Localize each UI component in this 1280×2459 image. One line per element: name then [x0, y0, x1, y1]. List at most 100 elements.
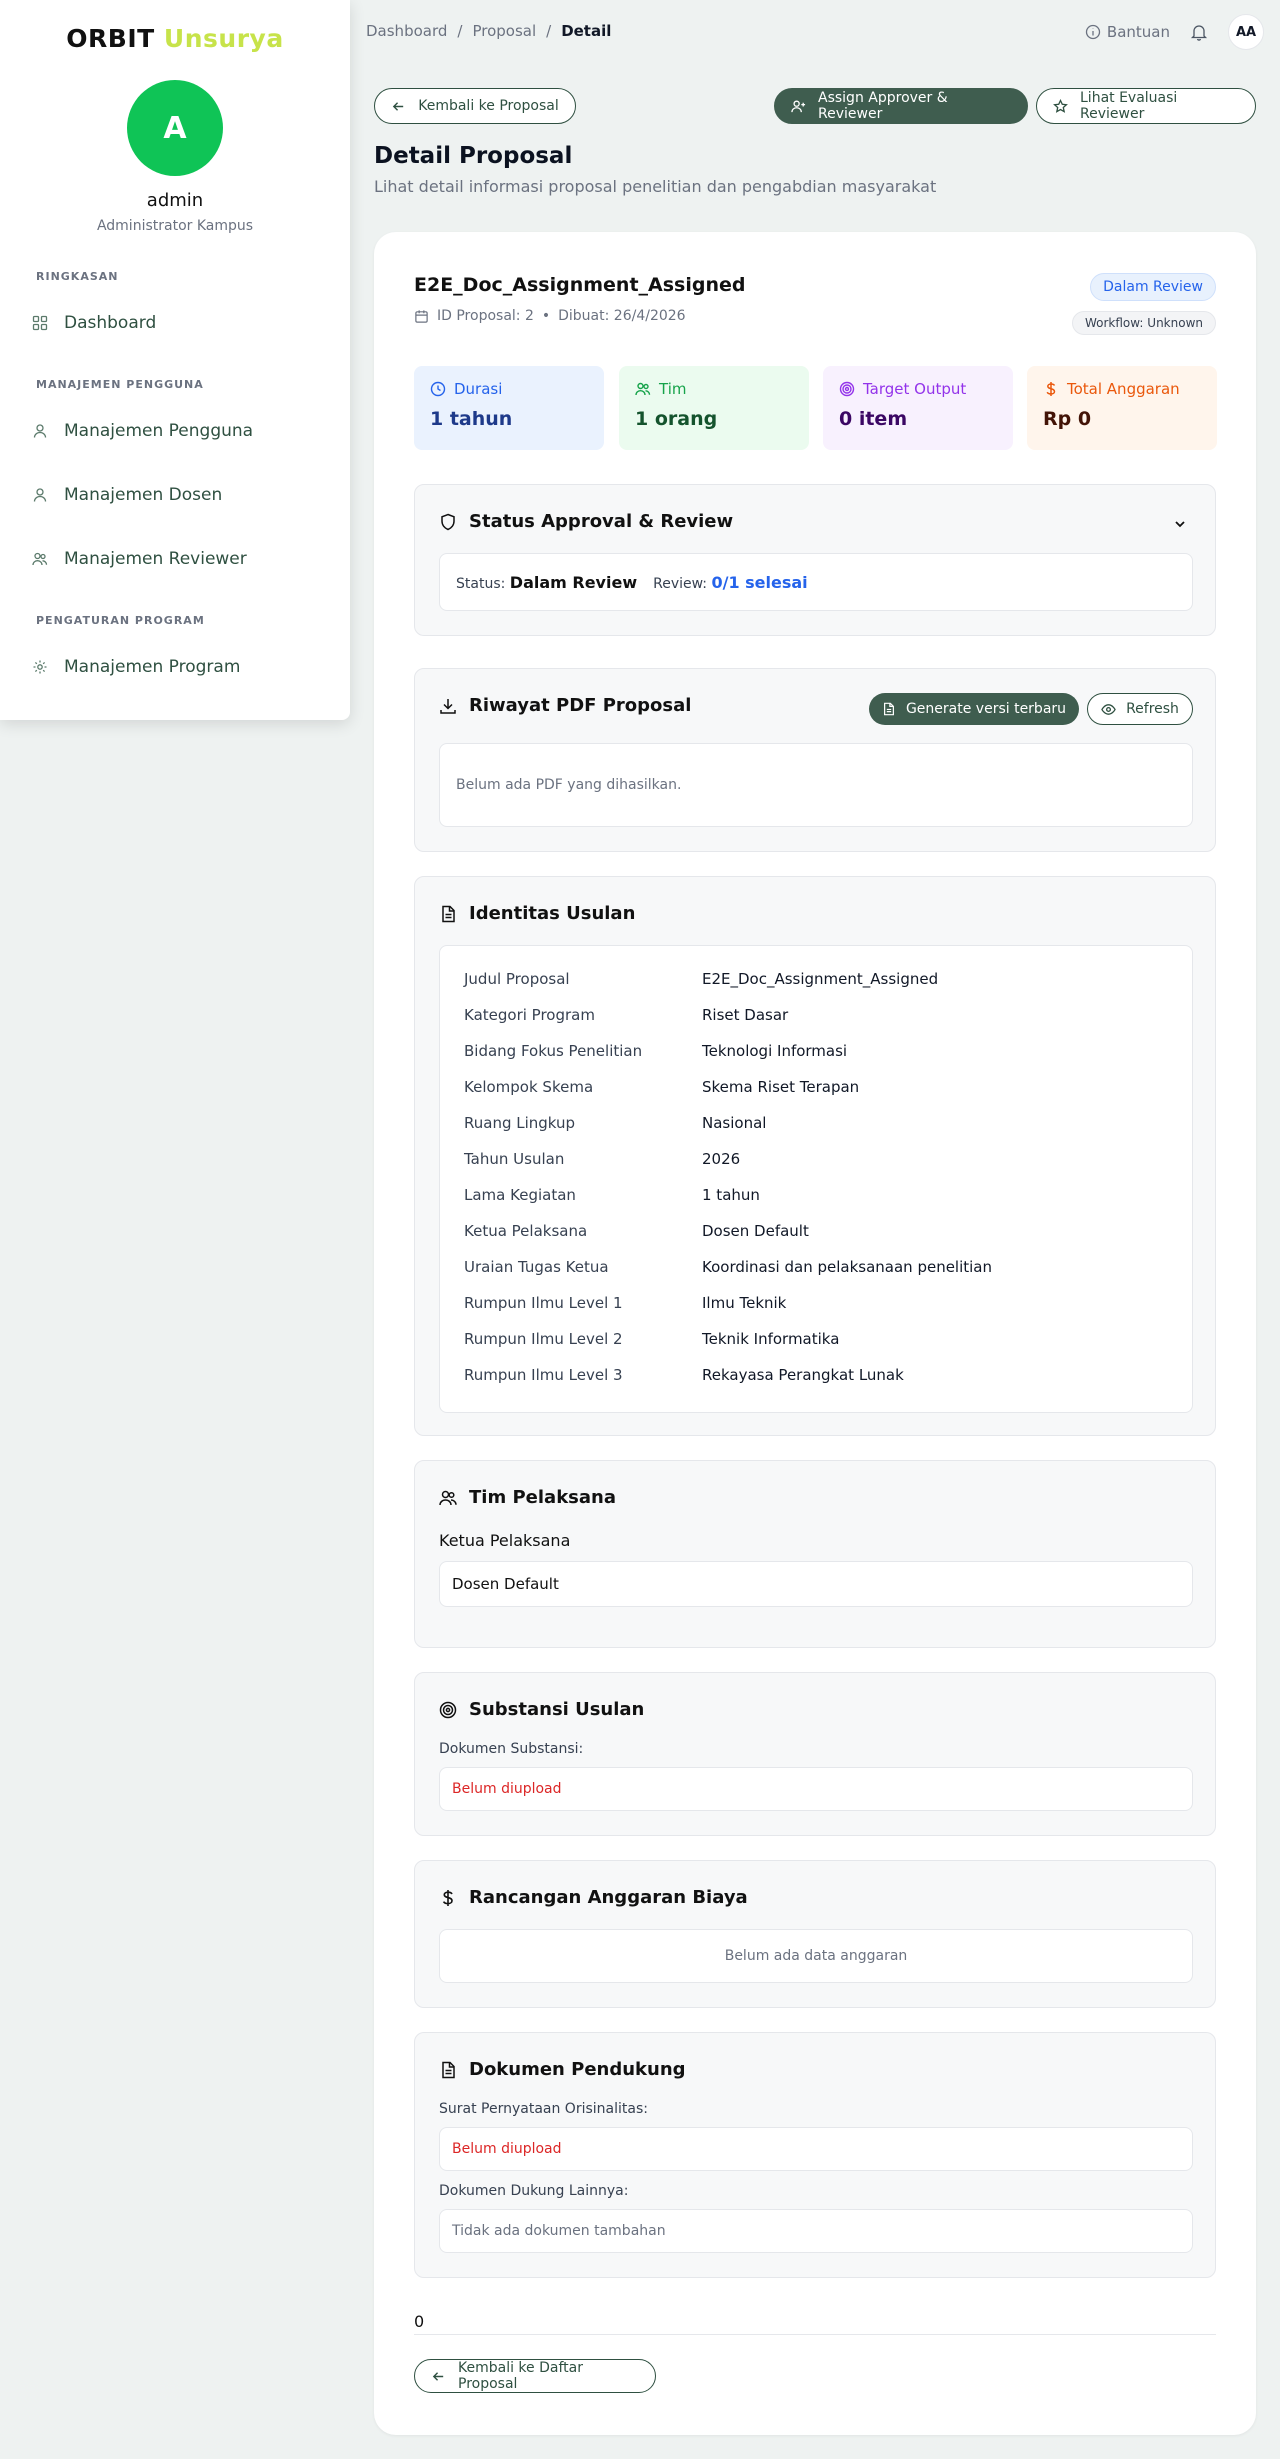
workflow-badge: Workflow: Unknown: [1071, 311, 1216, 335]
grid-icon: [32, 315, 48, 331]
sidebar-item-manajemen-pengguna[interactable]: Manajemen Pengguna: [32, 413, 322, 449]
users-icon: [635, 382, 651, 396]
document-icon: [442, 2061, 455, 2078]
row-key: Ruang Lingkup: [464, 1114, 576, 1132]
chevron-down-icon[interactable]: [1173, 517, 1187, 531]
target-icon: [839, 381, 855, 397]
stat-value: 0 item: [839, 408, 908, 430]
table-row: Uraian Tugas Ketua Koordinasi dan pelaksa…: [464, 1258, 992, 1276]
footer-count: 0: [414, 2312, 425, 2331]
status-label: Status:: [456, 575, 506, 592]
row-value: Riset Dasar: [702, 1006, 789, 1024]
table-row: Ruang Lingkup Nasional: [464, 1114, 766, 1132]
substance-title: Substansi Usulan: [469, 1699, 645, 1720]
stat-label: Total Anggaran: [1067, 380, 1180, 398]
user-avatar: A: [127, 80, 223, 176]
substance-doc-field: Belum diupload: [439, 1767, 1193, 1811]
table-row: Judul Proposal E2E_Doc_Assignment_Assigne…: [464, 970, 938, 988]
substance-section-header: Substansi Usulan: [439, 1699, 644, 1720]
generate-pdf-button[interactable]: Generate versi terbaru: [869, 693, 1079, 725]
proposal-created: Dibuat: 26/4/2026: [558, 308, 686, 324]
budget-title: Rancangan Anggaran Biaya: [469, 1887, 748, 1908]
row-key: Rumpun Ilmu Level 1: [464, 1294, 623, 1312]
budget-section: Rancangan Anggaran Biaya Belum ada data …: [414, 1860, 1216, 2008]
pdf-empty-text: Belum ada PDF yang dihasilkan.: [456, 777, 682, 793]
evaluate-label: Lihat Evaluasi Reviewer: [1080, 90, 1178, 122]
support-section-header: Dokumen Pendukung: [439, 2059, 686, 2080]
bell-icon[interactable]: [1190, 23, 1208, 41]
sidebar-item-label: Manajemen Dosen: [64, 485, 223, 505]
stat-tim: Tim 1 orang: [619, 366, 809, 450]
sidebar-item-manajemen-program[interactable]: Manajemen Program: [32, 649, 322, 685]
breadcrumb: Dashboard / Proposal / Detail: [366, 22, 611, 40]
calendar-icon: [415, 309, 428, 323]
review-label: Review:: [653, 575, 708, 592]
team-section-header: Tim Pelaksana: [439, 1487, 616, 1508]
app-root: ORBIT Unsurya A admin Administrator Kamp…: [0, 0, 1280, 2459]
approval-title: Status Approval & Review: [469, 511, 734, 532]
row-key: Rumpun Ilmu Level 2: [464, 1330, 623, 1348]
back-to-list-button[interactable]: Kembali ke Daftar Proposal: [414, 2359, 656, 2393]
sidebar-item-manajemen-dosen[interactable]: Manajemen Dosen: [32, 477, 322, 513]
table-row: Lama Kegiatan 1 tahun: [464, 1186, 760, 1204]
user-plus-icon: [791, 99, 806, 112]
table-row: Bidang Fokus Penelitian Teknologi Informa…: [464, 1042, 847, 1060]
row-key: Judul Proposal: [464, 970, 570, 988]
leader-label: Ketua Pelaksana: [439, 1531, 571, 1550]
view-reviewer-evaluation-button[interactable]: Lihat Evaluasi Reviewer: [1036, 88, 1256, 124]
row-key: Kelompok Skema: [464, 1078, 594, 1096]
users-icon: [32, 552, 48, 566]
row-value: Rekayasa Perangkat Lunak: [702, 1366, 904, 1384]
proposal-id: ID Proposal: 2: [437, 308, 534, 324]
clock-icon: [430, 381, 446, 397]
breadcrumb-item-proposal[interactable]: Proposal: [472, 22, 536, 40]
other-docs-label: Dokumen Dukung Lainnya:: [439, 2183, 629, 2199]
substance-section: Substansi Usulan Dokumen Substansi: Belu…: [414, 1672, 1216, 1836]
back-to-proposal-button[interactable]: Kembali ke Proposal: [374, 88, 576, 124]
page-title: Detail Proposal: [374, 143, 573, 169]
user-icon: [33, 424, 47, 438]
sidebar-item-manajemen-reviewer[interactable]: Manajemen Reviewer: [32, 541, 322, 577]
row-value: E2E_Doc_Assignment_Assigned: [702, 970, 939, 988]
user-role: Administrator Kampus: [96, 218, 254, 234]
nav-section-pengaturan-program: PENGATURAN PROGRAM: [36, 614, 205, 627]
document-icon: [442, 905, 455, 922]
profile-avatar[interactable]: AA: [1228, 14, 1264, 50]
assign-label: Assign Approver & Reviewer: [818, 90, 948, 122]
table-row: Kelompok Skema Skema Riset Terapan: [464, 1078, 859, 1096]
table-row: Ketua Pelaksana Dosen Default: [464, 1222, 809, 1240]
footer-divider: [414, 2334, 1216, 2335]
help-link[interactable]: Bantuan: [1085, 23, 1170, 41]
shield-icon: [441, 513, 455, 530]
stat-value: Rp 0: [1043, 408, 1092, 430]
sidebar-item-label: Manajemen Pengguna: [64, 421, 254, 441]
leader-field: Dosen Default: [439, 1561, 1193, 1607]
row-value: Ilmu Teknik: [702, 1294, 787, 1312]
sidebar-item-label: Manajemen Reviewer: [64, 549, 247, 569]
status-badge: Dalam Review: [1090, 273, 1216, 301]
eye-icon: [1101, 703, 1116, 715]
originality-value: Belum diupload: [452, 2141, 562, 2157]
row-key: Tahun Usulan: [464, 1150, 565, 1168]
gear-icon: [33, 660, 47, 674]
stat-label: Durasi: [454, 380, 503, 398]
table-row: Rumpun Ilmu Level 1 Ilmu Teknik: [464, 1294, 786, 1312]
proposal-meta: ID Proposal: 2 • Dibuat: 26/4/2026: [414, 308, 686, 324]
row-key: Uraian Tugas Ketua: [464, 1258, 609, 1276]
breadcrumb-item-dashboard[interactable]: Dashboard: [366, 22, 447, 40]
row-value: Nasional: [702, 1114, 767, 1132]
sidebar-item-dashboard[interactable]: Dashboard: [32, 305, 322, 341]
breadcrumb-current: Detail: [561, 22, 612, 40]
refresh-pdf-button[interactable]: Refresh: [1087, 693, 1193, 725]
brand-logo[interactable]: ORBIT Unsurya: [0, 24, 350, 53]
budget-empty-box: Belum ada data anggaran: [439, 1929, 1193, 1983]
meta-dot: •: [541, 308, 551, 324]
stat-durasi: Durasi 1 tahun: [414, 366, 604, 450]
users-icon: [439, 1490, 457, 1505]
team-section: Tim Pelaksana Ketua Pelaksana Dosen Defa…: [414, 1460, 1216, 1648]
arrow-left-icon: [393, 101, 404, 111]
identity-section: Identitas Usulan Judul Proposal E2E_Doc_A…: [414, 876, 1216, 1436]
assign-approver-reviewer-button[interactable]: Assign Approver & Reviewer: [774, 88, 1028, 124]
approval-section-header[interactable]: Status Approval & Review: [439, 511, 733, 532]
back-to-list-label: Kembali ke Daftar Proposal: [458, 2360, 583, 2392]
